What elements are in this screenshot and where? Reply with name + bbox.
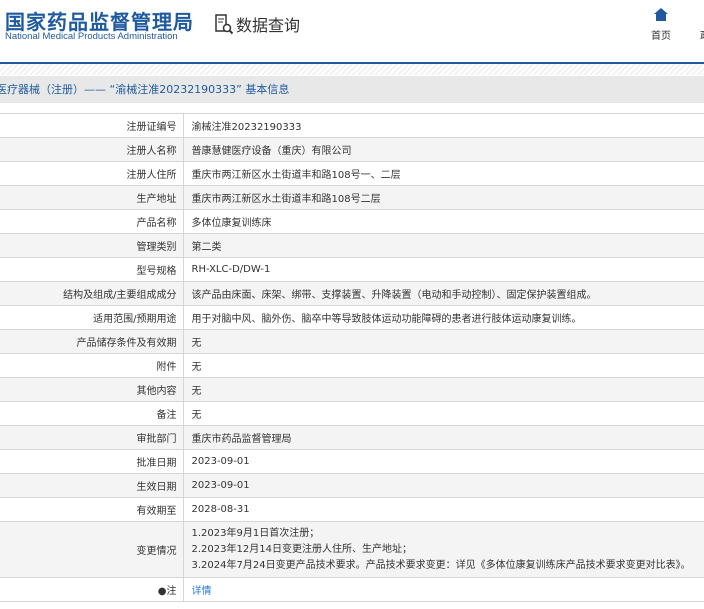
table-row: 生产地址 重庆市两江新区水土街道丰和路108号二层 [0, 185, 704, 210]
field-value: 无 [183, 329, 704, 354]
note-label-cell: ●注 [0, 577, 184, 602]
table-row-note: ●注 详情 [0, 577, 704, 602]
field-label: 适用范围/预期用途 [0, 305, 184, 330]
change-item: 2.2023年12月14日变更注册人住所、生产地址； [191, 543, 412, 555]
home-nav[interactable]: 首页 [648, 8, 674, 42]
table-row: 注册人住所 重庆市两江新区水土街道丰和路108号一、二层 [0, 161, 704, 186]
table-row: 适用范围/预期用途 用于对脑中风、脑外伤、脑卒中等导致肢体运动功能障碍的患者进行肢… [0, 305, 704, 330]
field-label: 批准日期 [0, 449, 184, 474]
field-label: 备注 [0, 401, 184, 426]
field-label: 注册证编号 [0, 113, 184, 138]
table-row-changes: 变更情况 1.2023年9月1日首次注册； 2.2023年12月14日变更注册人住所… [0, 521, 704, 578]
data-query-title: 数据查询 [214, 12, 300, 36]
field-value: 用于对脑中风、脑外伤、脑卒中等导致肢体运动功能障碍的患者进行肢体运动康复训练。 [183, 305, 704, 330]
field-label: 型号规格 [0, 257, 184, 282]
field-value: 2023-09-01 [183, 473, 704, 498]
changes-list: 1.2023年9月1日首次注册； 2.2023年12月14日变更注册人住所、生产地… [183, 521, 704, 578]
field-label: 注册人住所 [0, 161, 184, 186]
field-label: 管理类别 [0, 233, 184, 258]
home-icon [654, 8, 668, 21]
change-item: 3.2024年7月24日变更产品技术要求。产品技术要求变更：详见《多体位康复训练… [191, 559, 691, 571]
field-value: 无 [183, 353, 704, 378]
field-label: 结构及组成/主要组成成分 [0, 281, 184, 306]
field-label: 产品名称 [0, 209, 184, 234]
table-row: 产品名称 多体位康复训练床 [0, 209, 704, 234]
field-label: 附件 [0, 353, 184, 378]
field-label: 审批部门 [0, 425, 184, 450]
table-row: 其他内容无 [0, 377, 704, 402]
pin-icon: ● [157, 586, 167, 597]
field-label: 注 [166, 586, 177, 597]
table-row: 注册证编号 渝械注准20232190333 [0, 113, 704, 138]
table-row: 附件无 [0, 353, 704, 378]
field-label: 注册人名称 [0, 137, 184, 162]
field-label: 其他内容 [0, 377, 184, 402]
field-value: 重庆市两江新区水土街道丰和路108号一、二层 [183, 161, 704, 186]
field-value: 该产品由床面、床架、绑带、支撑装置、升降装置（电动和手动控制）、固定保护装置组成… [183, 281, 704, 306]
table-row: 有效期至 2028-08-31 [0, 497, 704, 522]
field-value: 多体位康复训练床 [183, 209, 704, 234]
breadcrumb: 医疗器械（注册）—— “渝械注准20232190333” 基本信息 [0, 76, 704, 103]
field-value: 重庆市两江新区水土街道丰和路108号二层 [183, 185, 704, 210]
nav-item-partial[interactable]: 政 [700, 27, 704, 42]
field-value: 第二类 [183, 233, 704, 258]
field-value: 重庆市药品监督管理局 [183, 425, 704, 450]
details-link[interactable]: 详情 [192, 586, 212, 597]
table-row: 批准日期 2023-09-01 [0, 449, 704, 474]
table-row: 型号规格 RH-XLC-D/DW-1 [0, 257, 704, 282]
hatch-stripe [0, 64, 704, 75]
table-row: 生效日期 2023-09-01 [0, 473, 704, 498]
table-row: 产品储存条件及有效期无 [0, 329, 704, 354]
field-value: 2023-09-01 [183, 449, 704, 474]
query-label: 数据查询 [236, 16, 301, 35]
table-row: 管理类别 第二类 [0, 233, 704, 258]
breadcrumb-text: 医疗器械（注册）—— “渝械注准20232190333” 基本信息 [0, 83, 290, 96]
table-row: 备注无 [0, 401, 704, 426]
document-search-icon [215, 14, 234, 35]
field-label: 有效期至 [0, 497, 184, 522]
field-value: 2028-08-31 [183, 497, 704, 522]
field-label: 产品储存条件及有效期 [0, 329, 184, 354]
logo-subtitle: National Medical Products Administration [5, 31, 178, 42]
field-label: 生效日期 [0, 473, 184, 498]
change-item: 1.2023年9月1日首次注册； [191, 527, 320, 539]
table-row: 结构及组成/主要组成成分 该产品由床面、床架、绑带、支撑装置、升降装置（电动和手动… [0, 281, 704, 306]
detail-table: 注册证编号 渝械注准20232190333 注册人名称 普康慧健医疗设备（重庆）有限公… [0, 113, 704, 602]
field-value: 普康慧健医疗设备（重庆）有限公司 [183, 137, 704, 162]
field-value: 渝械注准20232190333 [183, 113, 704, 138]
site-header: 国家药品监督管理局 National Medical Products Admi… [0, 0, 704, 63]
table-row: 审批部门 重庆市药品监督管理局 [0, 425, 704, 450]
table-row: 注册人名称 普康慧健医疗设备（重庆）有限公司 [0, 137, 704, 162]
field-value: RH-XLC-D/DW-1 [183, 257, 704, 282]
field-value: 无 [183, 401, 704, 426]
home-label: 首页 [651, 31, 671, 42]
field-label: 变更情况 [0, 521, 184, 578]
field-label: 生产地址 [0, 185, 184, 210]
field-value: 无 [183, 377, 704, 402]
